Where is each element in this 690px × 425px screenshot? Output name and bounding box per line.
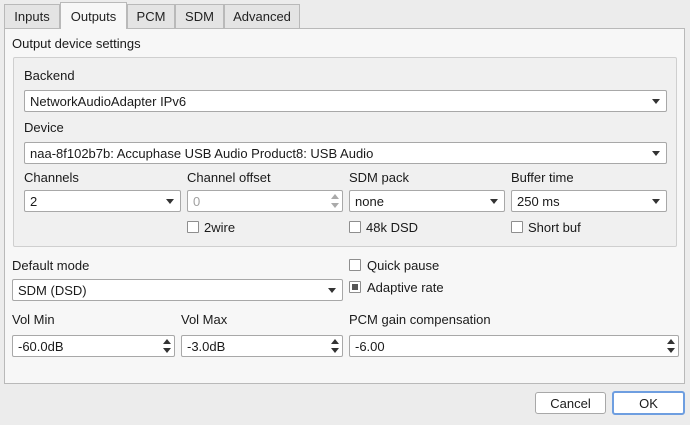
pcm-gain-spinbox[interactable]: -6.00 bbox=[349, 335, 679, 357]
default-mode-value: SDM (DSD) bbox=[18, 282, 87, 298]
channel-offset-value: 0 bbox=[193, 193, 201, 209]
buffer-time-value: 250 ms bbox=[517, 193, 560, 209]
vol-min-value: -60.0dB bbox=[18, 338, 64, 354]
tab-pcm-label: PCM bbox=[136, 9, 166, 24]
chevron-down-icon bbox=[490, 199, 498, 204]
sdm-pack-value: none bbox=[355, 193, 384, 209]
ok-button-label: OK bbox=[639, 395, 658, 411]
pcm-gain-value: -6.00 bbox=[355, 338, 385, 354]
cancel-button-label: Cancel bbox=[550, 395, 591, 411]
tab-advanced[interactable]: Advanced bbox=[224, 4, 300, 28]
tab-pcm[interactable]: PCM bbox=[127, 4, 175, 28]
twowire-label: 2wire bbox=[204, 220, 236, 235]
backend-label: Backend bbox=[24, 68, 75, 83]
dsd48k-checkbox[interactable] bbox=[349, 221, 361, 233]
chevron-down-icon bbox=[652, 199, 660, 204]
backend-value: NetworkAudioAdapter IPv6 bbox=[30, 93, 187, 109]
tab-sdm-label: SDM bbox=[185, 9, 214, 24]
tab-advanced-label: Advanced bbox=[233, 9, 291, 24]
tab-outputs-label: Outputs bbox=[70, 8, 117, 24]
stepper-arrows-icon[interactable] bbox=[331, 338, 339, 354]
chevron-down-icon bbox=[652, 151, 660, 156]
channels-select[interactable]: 2 bbox=[24, 190, 181, 212]
sdm-pack-label: SDM pack bbox=[349, 170, 409, 185]
tab-sdm[interactable]: SDM bbox=[175, 4, 224, 28]
vol-max-value: -3.0dB bbox=[187, 338, 226, 354]
vol-min-spinbox[interactable]: -60.0dB bbox=[12, 335, 175, 357]
device-label: Device bbox=[24, 120, 64, 135]
cancel-button[interactable]: Cancel bbox=[535, 392, 606, 414]
default-mode-label: Default mode bbox=[12, 258, 90, 273]
buffer-time-label: Buffer time bbox=[511, 170, 574, 185]
vol-max-label: Vol Max bbox=[181, 312, 228, 327]
dsd48k-label: 48k DSD bbox=[366, 220, 419, 235]
default-mode-select[interactable]: SDM (DSD) bbox=[12, 279, 343, 301]
backend-select[interactable]: NetworkAudioAdapter IPv6 bbox=[24, 90, 667, 112]
adaptive-rate-checkbox[interactable] bbox=[349, 281, 361, 293]
chevron-down-icon bbox=[166, 199, 174, 204]
chevron-down-icon bbox=[652, 99, 660, 104]
tab-outputs[interactable]: Outputs bbox=[60, 2, 127, 29]
pcm-gain-label: PCM gain compensation bbox=[349, 312, 491, 327]
buffer-time-select[interactable]: 250 ms bbox=[511, 190, 667, 212]
device-select[interactable]: naa-8f102b7b: Accuphase USB Audio Produc… bbox=[24, 142, 667, 164]
tab-inputs-label: Inputs bbox=[14, 9, 50, 24]
tab-inputs[interactable]: Inputs bbox=[4, 4, 60, 28]
stepper-arrows-icon[interactable] bbox=[163, 338, 171, 354]
vol-max-spinbox[interactable]: -3.0dB bbox=[181, 335, 343, 357]
chevron-down-icon bbox=[328, 288, 336, 293]
adaptive-rate-label: Adaptive rate bbox=[367, 280, 444, 295]
short-buf-label: Short buf bbox=[528, 220, 581, 235]
vol-min-label: Vol Min bbox=[12, 312, 55, 327]
channels-value: 2 bbox=[30, 193, 38, 209]
channels-label: Channels bbox=[24, 170, 79, 185]
ok-button[interactable]: OK bbox=[612, 391, 685, 415]
stepper-arrows-icon[interactable] bbox=[667, 338, 675, 354]
twowire-checkbox[interactable] bbox=[187, 221, 199, 233]
short-buf-checkbox[interactable] bbox=[511, 221, 523, 233]
channel-offset-label: Channel offset bbox=[187, 170, 271, 185]
channel-offset-spinbox[interactable]: 0 bbox=[187, 190, 343, 212]
output-settings-title: Output device settings bbox=[12, 36, 141, 51]
device-value: naa-8f102b7b: Accuphase USB Audio Produc… bbox=[30, 145, 374, 161]
quick-pause-label: Quick pause bbox=[367, 258, 440, 273]
sdm-pack-select[interactable]: none bbox=[349, 190, 505, 212]
quick-pause-checkbox[interactable] bbox=[349, 259, 361, 271]
stepper-arrows-icon[interactable] bbox=[331, 193, 339, 209]
